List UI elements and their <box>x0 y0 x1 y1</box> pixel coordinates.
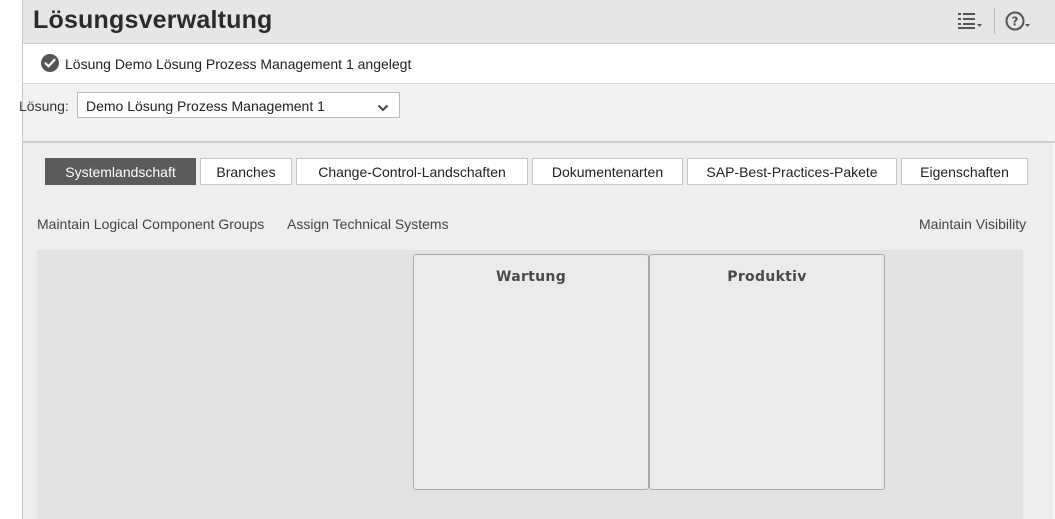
list-menu-icon[interactable] <box>957 9 983 33</box>
solution-select-value: Demo Lösung Prozess Management 1 <box>86 98 325 114</box>
header-divider <box>994 8 995 34</box>
tab-dokumentenarten[interactable]: Dokumentenarten <box>532 158 683 185</box>
landscape-column-produktiv[interactable]: Produktiv <box>649 254 885 490</box>
solution-row: Lösung: Demo Lösung Prozess Management 1 <box>19 84 1055 143</box>
maintain-logical-component-groups-link[interactable]: Maintain Logical Component Groups <box>37 216 264 232</box>
chevron-down-icon <box>377 100 389 112</box>
tab-bar: Systemlandschaft Branches Change-Control… <box>23 158 1055 185</box>
assign-technical-systems-link[interactable]: Assign Technical Systems <box>287 216 449 232</box>
tab-change-control-landschaften[interactable]: Change-Control-Landschaften <box>296 158 528 185</box>
solution-select[interactable]: Demo Lösung Prozess Management 1 <box>77 92 400 118</box>
page-title: Lösungsverwaltung <box>33 6 273 34</box>
tab-systemlandschaft[interactable]: Systemlandschaft <box>45 158 196 185</box>
column-title: Produktiv <box>727 269 807 285</box>
message-bar: Lösung Demo Lösung Prozess Management 1 … <box>23 44 1055 84</box>
app-header: Lösungsverwaltung ? <box>23 0 1055 44</box>
tab-sap-best-practices-pakete[interactable]: SAP-Best-Practices-Pakete <box>687 158 897 185</box>
tab-branches[interactable]: Branches <box>200 158 292 185</box>
success-check-icon <box>41 54 59 72</box>
landscape-column-wartung[interactable]: Wartung <box>413 254 649 490</box>
maintain-visibility-link[interactable]: Maintain Visibility <box>919 216 1026 232</box>
app-frame: Lösungsverwaltung ? Lösung Demo Lösung P… <box>19 0 1055 519</box>
tab-eigenschaften[interactable]: Eigenschaften <box>901 158 1028 185</box>
message-text: Lösung Demo Lösung Prozess Management 1 … <box>65 56 412 72</box>
svg-text:?: ? <box>1012 15 1019 29</box>
solution-label: Lösung: <box>19 98 69 114</box>
help-icon[interactable]: ? <box>1005 9 1031 33</box>
column-title: Wartung <box>495 269 567 285</box>
